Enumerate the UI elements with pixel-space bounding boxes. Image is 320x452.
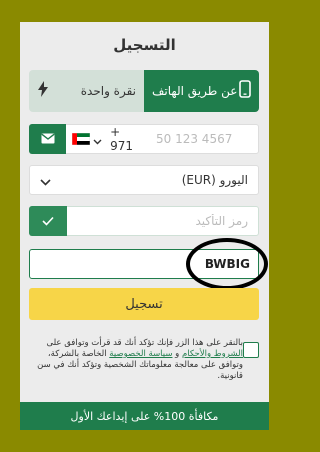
register-button[interactable]: تسجيل [29, 288, 259, 320]
currency-value: اليورو (EUR) [181, 173, 248, 187]
privacy-link[interactable]: سياسة الخصوصية [109, 349, 172, 359]
confirm-code-input[interactable] [67, 213, 258, 229]
terms-text-and: و [172, 349, 182, 359]
confirm-code-field [29, 205, 259, 236]
phone-field: + 971 [29, 123, 259, 154]
lightning-icon [37, 81, 49, 101]
uae-flag-icon [71, 130, 91, 149]
country-selector[interactable] [71, 130, 102, 149]
terms-link[interactable]: الشروط والأحكام [182, 349, 243, 359]
sms-button[interactable] [29, 123, 67, 154]
chevron-down-icon [93, 130, 102, 149]
registration-tabs: نقرة واحدة عن طريق الهاتف [29, 70, 259, 112]
terms-agreement: بالنقر على هذا الزر فإنك تؤكد أنك قد قرأ… [29, 338, 259, 382]
checkmark-icon [42, 211, 54, 230]
promo-code-field[interactable]: BWBIG [29, 249, 259, 279]
tab-phone[interactable]: عن طريق الهاتف [144, 70, 259, 112]
envelope-icon [40, 129, 55, 148]
terms-text-part1: بالنقر على هذا الزر فإنك تؤكد أنك قد قرأ… [46, 338, 243, 348]
tab-one-click-label: نقرة واحدة [80, 84, 136, 98]
phone-input[interactable] [154, 131, 258, 147]
promo-code-value: BWBIG [204, 257, 250, 271]
registration-panel: التسجيل نقرة واحدة عن طريق الهاتف + 971 … [20, 22, 269, 430]
tab-phone-label: عن طريق الهاتف [152, 84, 238, 98]
confirm-code-button[interactable] [29, 205, 67, 236]
country-code: + 971 [110, 125, 133, 153]
mobile-phone-icon [239, 80, 251, 102]
tab-one-click[interactable]: نقرة واحدة [29, 70, 144, 112]
chevron-down-icon [40, 171, 51, 190]
page-title: التسجيل [113, 36, 176, 54]
terms-text: بالنقر على هذا الزر فإنك تؤكد أنك قد قرأ… [29, 338, 243, 382]
first-deposit-bonus-banner: مكافأة 100% على إيداعك الأول [20, 402, 269, 430]
currency-select[interactable]: اليورو (EUR) [29, 165, 259, 195]
terms-checkbox[interactable] [243, 342, 259, 358]
